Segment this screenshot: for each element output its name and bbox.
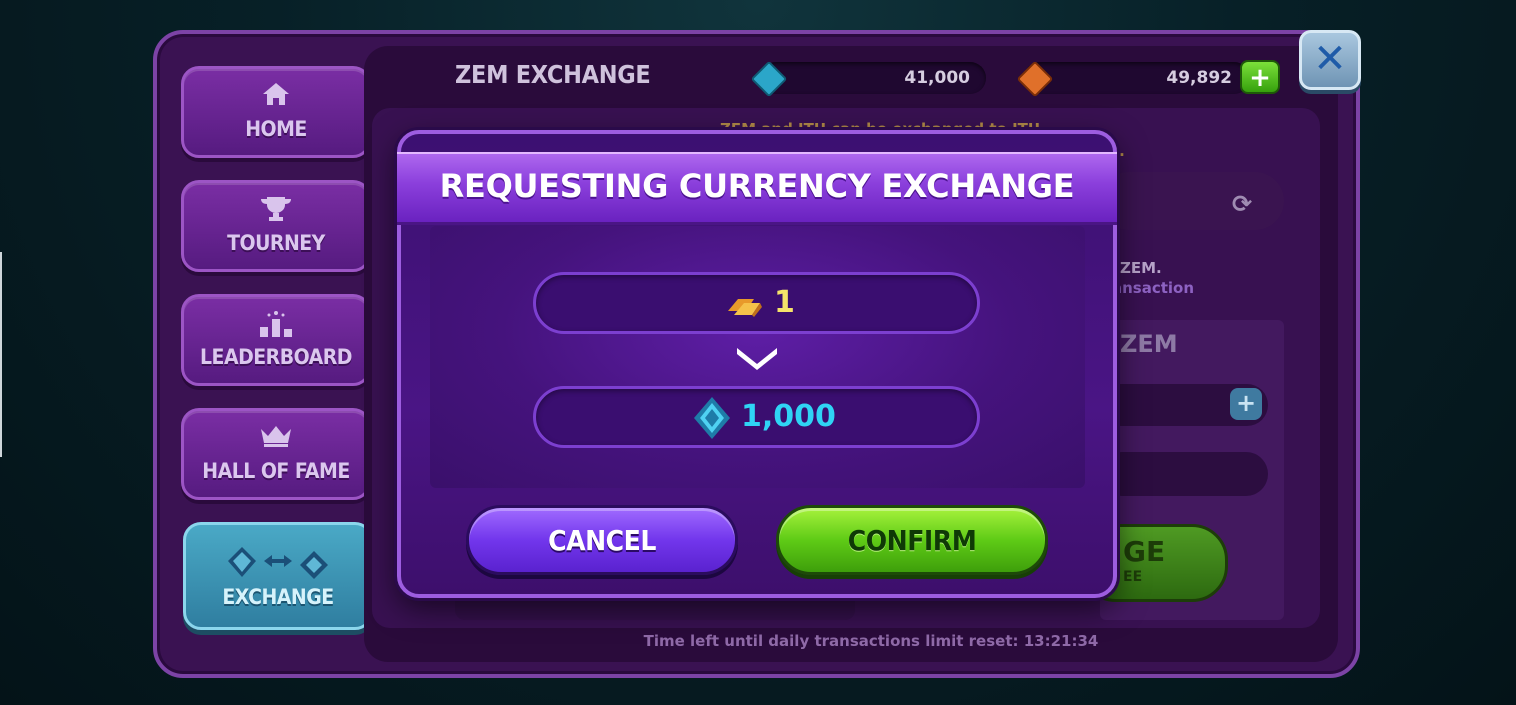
- dialog-title: REQUESTING CURRENCY EXCHANGE: [439, 167, 1075, 205]
- zem-output-field: [1100, 452, 1268, 496]
- home-icon: [184, 81, 368, 111]
- zem-section-title: ZEM: [1120, 330, 1178, 358]
- zem-diamond-icon: [692, 395, 732, 445]
- sidebar-item-label: HALL OF FAME: [202, 459, 350, 483]
- sidebar-item-tourney[interactable]: TOURNEY: [181, 180, 371, 272]
- chevron-down-icon: [733, 344, 781, 376]
- refresh-field: [1100, 172, 1284, 230]
- sidebar-item-label: TOURNEY: [227, 231, 325, 255]
- zem-add-button[interactable]: +: [1230, 388, 1262, 420]
- gold-bar-icon: [724, 289, 764, 323]
- from-amount-field: 1: [533, 272, 980, 334]
- confirm-button[interactable]: CONFIRM: [776, 505, 1048, 575]
- sidebar-item-label: LEADERBOARD: [200, 345, 352, 369]
- trophy-icon: [184, 195, 368, 227]
- cancel-button[interactable]: CANCEL: [466, 505, 738, 575]
- sidebar-item-label: HOME: [245, 117, 307, 141]
- exchange-button-sublabel: EE: [1123, 569, 1143, 585]
- itu-balance-value: 49,892: [1166, 68, 1232, 88]
- from-amount-value: 1: [774, 285, 795, 320]
- page-title: ZEM EXCHANGE: [455, 60, 651, 89]
- crown-icon: [184, 423, 368, 451]
- to-amount-value: 1,000: [741, 399, 836, 434]
- left-edge-strip: [0, 252, 2, 457]
- limit-reset-timer: Time left until daily transactions limit…: [643, 632, 1099, 650]
- refresh-icon[interactable]: ⟳: [1232, 190, 1252, 218]
- zem-note-fragment: ZEM.: [1120, 259, 1162, 277]
- zem-balance-value: 41,000: [904, 68, 970, 88]
- itu-balance: 49,892: [1024, 62, 1250, 94]
- leaderboard-icon: [184, 309, 368, 343]
- close-button[interactable]: ✕: [1299, 30, 1361, 90]
- sidebar-item-hall-of-fame[interactable]: HALL OF FAME: [181, 408, 371, 500]
- transaction-note-fragment: ansaction: [1112, 279, 1195, 297]
- add-currency-button[interactable]: +: [1240, 60, 1280, 94]
- sidebar-item-exchange[interactable]: EXCHANGE: [183, 522, 374, 630]
- to-amount-field: 1,000: [533, 386, 980, 448]
- sidebar-item-leaderboard[interactable]: LEADERBOARD: [181, 294, 371, 386]
- sidebar-item-home[interactable]: HOME: [181, 66, 371, 158]
- exchange-icon: [186, 545, 370, 585]
- sidebar-item-label: EXCHANGE: [222, 585, 334, 609]
- zem-balance: 41,000: [760, 62, 986, 94]
- exchange-button-label: GE: [1123, 535, 1166, 568]
